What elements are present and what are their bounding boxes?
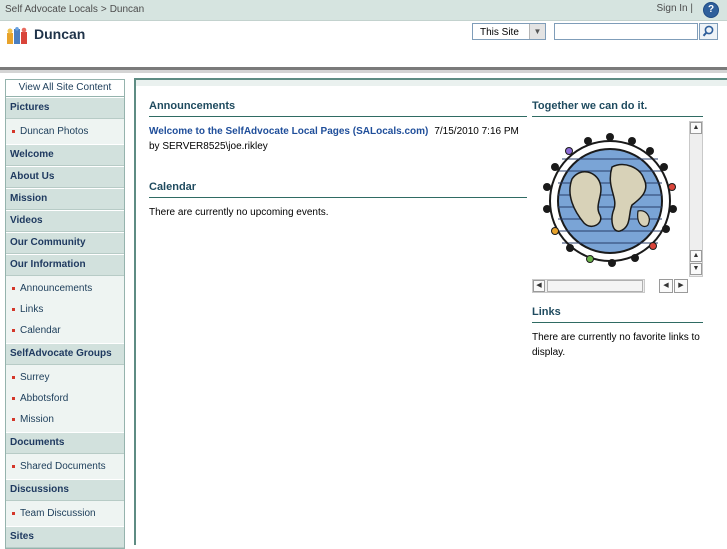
nav-section-welcome[interactable]: Welcome [6, 144, 124, 166]
nav-item-label: Duncan Photos [20, 126, 89, 137]
bullet-icon [12, 329, 15, 332]
nav-sub-documents: Shared Documents [6, 454, 124, 479]
quick-launch-nav: View All Site Content Pictures Duncan Ph… [5, 79, 125, 549]
main-content: Announcements Welcome to the SelfAdvocat… [134, 78, 727, 545]
search-scope-dropdown[interactable]: This Site ▼ [472, 23, 546, 40]
nav-item-team-discussion[interactable]: Team Discussion [6, 503, 124, 524]
nav-item-label: Links [20, 304, 44, 315]
bullet-icon [12, 287, 15, 290]
nav-item-calendar[interactable]: Calendar [6, 320, 124, 341]
announcements-title[interactable]: Announcements [149, 100, 527, 117]
search-icon [702, 25, 714, 37]
scroll-right-icon[interactable]: ▶ [674, 279, 688, 293]
scroll-up-icon[interactable]: ▲ [690, 250, 702, 262]
calendar-title[interactable]: Calendar [149, 181, 527, 198]
main-top-band [136, 80, 727, 86]
announcement-author: by SERVER8525\joe.rikley [149, 141, 268, 152]
site-title[interactable]: Duncan [34, 26, 85, 42]
search-input[interactable] [554, 23, 698, 40]
links-empty-message: There are currently no favorite links to… [532, 332, 700, 358]
globe-people-image [543, 133, 677, 267]
header-divider-shadow [0, 70, 727, 73]
chevron-down-icon[interactable]: ▼ [529, 24, 545, 39]
nav-section-pictures[interactable]: Pictures [6, 97, 124, 119]
bullet-icon [12, 376, 15, 379]
nav-item-announcements[interactable]: Announcements [6, 278, 124, 299]
nav-item-label: Announcements [20, 283, 93, 294]
announcement-date: 7/15/2010 7:16 PM [434, 126, 519, 137]
nav-item-shared-documents[interactable]: Shared Documents [6, 456, 124, 477]
calendar-web-part: Calendar There are currently no upcoming… [149, 181, 527, 218]
sign-in-link[interactable]: Sign In | [656, 3, 693, 14]
scroll-up-icon[interactable]: ▲ [690, 122, 702, 134]
nav-section-selfadvocate-groups[interactable]: SelfAdvocate Groups [6, 343, 124, 365]
nav-item-duncan-photos[interactable]: Duncan Photos [6, 121, 124, 142]
nav-item-abbotsford[interactable]: Abbotsford [6, 388, 124, 409]
breadcrumb-current-link[interactable]: Duncan [110, 4, 144, 15]
scroll-left-icon[interactable]: ◀ [533, 280, 545, 292]
bullet-icon [12, 130, 15, 133]
links-title[interactable]: Links [532, 306, 703, 323]
nav-item-mission[interactable]: Mission [6, 409, 124, 430]
nav-section-about-us[interactable]: About Us [6, 166, 124, 188]
breadcrumb: Self Advocate Locals > Duncan [5, 4, 144, 15]
scroll-down-icon[interactable]: ▼ [690, 263, 702, 275]
nav-section-discussions[interactable]: Discussions [6, 479, 124, 501]
image-web-part-title: Together we can do it. [532, 100, 703, 117]
image-web-part: Together we can do it. ▲ ▲ ▼ ◀ ◀ ▶ [532, 100, 703, 293]
bullet-icon [12, 397, 15, 400]
nav-item-label: Calendar [20, 325, 61, 336]
nav-section-our-community[interactable]: Our Community [6, 232, 124, 254]
bullet-icon [12, 308, 15, 311]
scrollbar-thumb[interactable] [547, 280, 643, 292]
announcements-web-part: Announcements Welcome to the SelfAdvocat… [149, 100, 527, 152]
nav-section-documents[interactable]: Documents [6, 432, 124, 454]
breadcrumb-separator: > [100, 4, 107, 15]
nav-section-mission[interactable]: Mission [6, 188, 124, 210]
nav-sub-selfadvocate-groups: Surrey Abbotsford Mission [6, 365, 124, 432]
global-topbar: Self Advocate Locals > Duncan Sign In | ? [0, 0, 727, 21]
nav-sub-discussions: Team Discussion [6, 501, 124, 526]
nav-item-label: Mission [20, 414, 54, 425]
image-horizontal-scrollbar[interactable]: ◀ [532, 279, 645, 293]
nav-item-label: Abbotsford [20, 393, 69, 404]
view-all-site-content-link[interactable]: View All Site Content [6, 80, 124, 97]
nav-item-label: Surrey [20, 372, 50, 383]
nav-item-label: Shared Documents [20, 461, 106, 472]
image-area [532, 121, 688, 277]
announcement-item: Welcome to the SelfAdvocate Local Pages … [149, 126, 527, 152]
calendar-empty-message: There are currently no upcoming events. [149, 207, 329, 218]
links-web-part: Links There are currently no favorite li… [532, 306, 703, 360]
nav-section-our-information[interactable]: Our Information [6, 254, 124, 276]
bullet-icon [12, 512, 15, 515]
nav-item-links[interactable]: Links [6, 299, 124, 320]
nav-item-surrey[interactable]: Surrey [6, 367, 124, 388]
help-icon[interactable]: ? [703, 2, 719, 18]
nav-section-videos[interactable]: Videos [6, 210, 124, 232]
scroll-left-icon[interactable]: ◀ [659, 279, 673, 293]
image-horizontal-arrows: ◀ ▶ [659, 279, 689, 293]
nav-item-label: Team Discussion [20, 508, 96, 519]
search-button[interactable] [699, 23, 718, 40]
search-scope-value: This Site [480, 27, 519, 38]
nav-sub-our-information: Announcements Links Calendar [6, 276, 124, 343]
bullet-icon [12, 418, 15, 421]
site-header: Duncan This Site ▼ [0, 21, 727, 67]
announcement-link[interactable]: Welcome to the SelfAdvocate Local Pages … [149, 126, 428, 137]
nav-sub-pictures: Duncan Photos [6, 119, 124, 144]
breadcrumb-root-link[interactable]: Self Advocate Locals [5, 4, 98, 15]
bullet-icon [12, 465, 15, 468]
site-logo-icon [7, 27, 27, 44]
image-vertical-scrollbar[interactable]: ▲ ▲ ▼ [689, 121, 703, 277]
image-viewport: ▲ ▲ ▼ ◀ ◀ ▶ [532, 121, 703, 293]
